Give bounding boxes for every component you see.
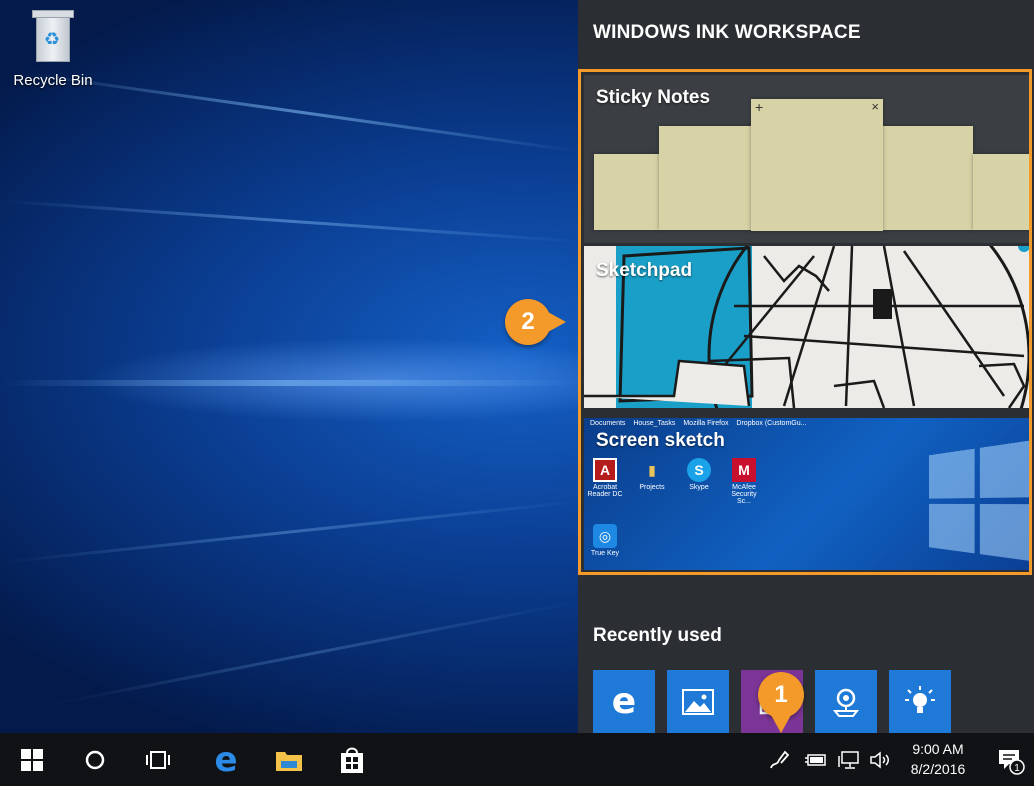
sticky-notes-tile[interactable]: + × Sticky Notes [584,75,1029,243]
store-bag-icon [341,747,363,773]
start-button[interactable] [4,733,60,786]
pen-icon [770,750,790,768]
wallpaper-beam [49,600,581,707]
folder-icon [276,751,302,771]
screen-sketch-label: Screen sketch [596,430,725,451]
callout-2: 2 [505,299,566,345]
taskbar: e 9:00 AM 8/2/2016 1 [0,733,1034,786]
recycle-bin-label: Recycle Bin [13,72,93,89]
sticky-note-preview [594,154,660,230]
sketchpad-label: Sketchpad [596,260,693,281]
skype-icon: S [687,458,711,482]
true-key-icon: ◎ [593,524,617,548]
task-view-icon [146,750,170,769]
recent-app-photos[interactable] [667,670,729,733]
sticky-note-preview [973,154,1029,230]
sticky-notes-label: Sticky Notes [596,87,711,108]
volume-tray-button[interactable] [866,733,896,786]
windows-logo-icon [21,748,43,771]
network-icon [838,750,859,769]
sticky-note-preview [659,126,755,230]
recent-app-edge[interactable]: e [593,670,655,733]
windows-logo-glow [929,438,1029,568]
taskbar-edge[interactable]: e [198,733,254,786]
clock-date: 8/2/2016 [910,761,966,777]
sticky-note-preview: + × [751,99,883,231]
screen-sketch-tile[interactable]: Documents House_Tasks Mozilla Firefox Dr… [584,418,1029,570]
preview-shortcut: ▮ Projects [632,458,672,492]
mcafee-icon: M [732,458,756,482]
taskbar-store[interactable] [324,733,380,786]
cortana-icon [85,750,105,769]
recent-app-maps[interactable] [815,670,877,733]
network-tray-button[interactable] [834,733,864,786]
edge-icon: e [611,681,637,722]
sketchpad-tile[interactable]: Sketchpad [584,246,1029,408]
cortana-button[interactable] [67,733,123,786]
app-tiles-highlight: + × Sticky Notes Sketchpad Documents Hou… [578,69,1032,575]
add-note-icon: + [755,99,764,115]
maps-icon [832,688,860,717]
sticky-note-preview [881,126,973,230]
taskbar-file-explorer[interactable] [261,733,317,786]
recycle-bin-icon: ♻ [30,6,76,64]
wallpaper-beam [0,380,580,386]
preview-shortcut: A Acrobat Reader DC [585,458,625,498]
speaker-icon [870,750,889,769]
windows-ink-button[interactable] [762,733,796,786]
clock[interactable]: 9:00 AM 8/2/2016 [900,739,976,779]
recycle-bin-shortcut[interactable]: ♻ Recycle Bin [10,6,96,89]
preview-desktop-labels: Documents House_Tasks Mozilla Firefox Dr… [590,420,807,427]
preview-shortcut: ◎ True Key [585,524,625,557]
battery-icon [805,753,826,766]
panel-title: WINDOWS INK WORKSPACE [593,22,861,43]
battery-tray-button[interactable] [800,733,832,786]
callout-1: 1 [758,672,804,733]
wallpaper-beam [3,500,581,564]
notification-icon: 1 [999,749,1025,775]
notification-count: 1 [1014,763,1020,774]
recently-used-title: Recently used [593,625,722,646]
recent-app-tips[interactable] [889,670,951,733]
edge-icon: e [214,739,238,780]
preview-shortcut: M McAfee Security Sc... [724,458,764,505]
task-view-button[interactable] [130,733,186,786]
close-note-icon: × [871,99,879,114]
ink-workspace-panel: WINDOWS INK WORKSPACE + × Sticky Notes S… [578,0,1034,733]
tips-icon [905,685,935,713]
clock-time: 9:00 AM [912,741,964,757]
acrobat-icon: A [593,458,617,482]
wallpaper-beam [1,199,581,243]
photos-icon [682,688,714,715]
folder-icon: ▮ [648,461,656,478]
action-center-button[interactable]: 1 [990,733,1030,786]
preview-shortcut: S Skype [679,458,719,491]
wallpaper-beam [25,72,581,153]
